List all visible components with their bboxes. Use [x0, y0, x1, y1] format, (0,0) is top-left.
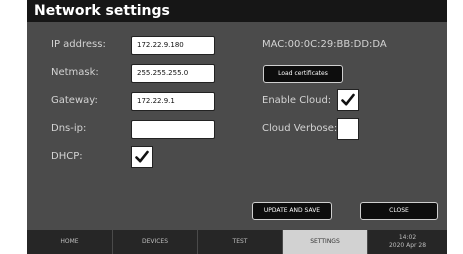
checkmark-icon: [135, 150, 149, 163]
netmask-field[interactable]: 255.255.255.0: [131, 64, 215, 83]
tab-devices[interactable]: DEVICES: [113, 230, 198, 254]
enable-cloud-label: Enable Cloud:: [262, 95, 332, 106]
close-button[interactable]: CLOSE: [360, 202, 438, 220]
settings-panel: IP address: Netmask: Gateway: Dns-ip: DH…: [27, 22, 447, 230]
clock-time: 14:02: [398, 234, 417, 241]
checkmark-icon: [341, 93, 355, 106]
netmask-label: Netmask:: [51, 67, 99, 78]
ip-address-label: IP address:: [51, 39, 106, 50]
update-and-save-button[interactable]: UPDATE AND SAVE: [252, 202, 332, 220]
load-certificates-button[interactable]: Load certificates: [263, 65, 343, 83]
clock-date: 2020 Apr 28: [388, 242, 427, 249]
clock: 14:02 2020 Apr 28: [368, 230, 447, 254]
gateway-field[interactable]: 172.22.9.1: [131, 92, 215, 111]
title-bar: Network settings: [27, 0, 447, 22]
mac-address: MAC:00:0C:29:BB:DD:DA: [262, 39, 387, 50]
dhcp-label: DHCP:: [51, 151, 83, 162]
device-screen: Network settings IP address: Netmask: Ga…: [27, 0, 447, 254]
bottom-navigation: HOME DEVICES TEST SETTINGS 14:02 2020 Ap…: [27, 230, 447, 254]
enable-cloud-checkbox[interactable]: [337, 89, 359, 111]
page-title: Network settings: [34, 3, 170, 19]
cloud-verbose-checkbox[interactable]: [337, 118, 359, 140]
tab-settings[interactable]: SETTINGS: [283, 230, 368, 254]
cloud-verbose-label: Cloud Verbose:: [262, 123, 338, 134]
dns-ip-label: Dns-ip:: [51, 123, 87, 134]
ip-address-field[interactable]: 172.22.9.180: [131, 36, 215, 55]
gateway-label: Gateway:: [51, 95, 98, 106]
tab-test[interactable]: TEST: [198, 230, 283, 254]
dhcp-checkbox[interactable]: [131, 146, 153, 168]
dns-ip-field[interactable]: [131, 120, 215, 139]
tab-home[interactable]: HOME: [27, 230, 113, 254]
